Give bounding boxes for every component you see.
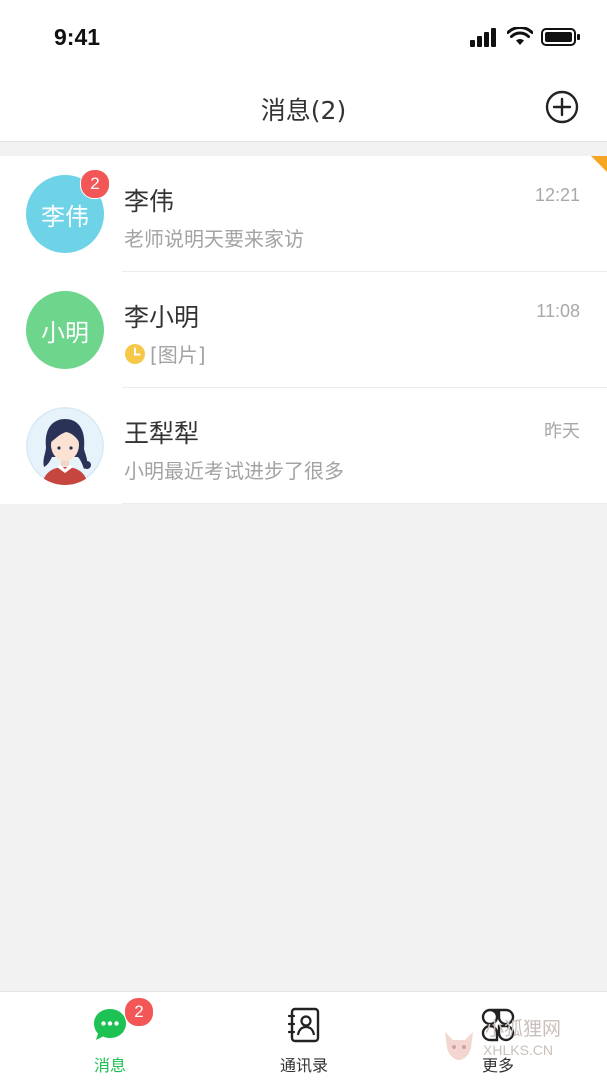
- message-preview: 老师说明天要来家访: [124, 223, 304, 252]
- divider: [122, 503, 607, 504]
- nav-bar: 消息(2): [0, 75, 607, 142]
- signal-icon: [470, 28, 496, 47]
- message-preview: [图片]: [124, 339, 206, 368]
- avatar[interactable]: [26, 407, 104, 485]
- apps-grid-icon: [481, 1008, 515, 1042]
- avatar-text: 小明: [41, 318, 89, 347]
- avatar[interactable]: 小明: [26, 291, 104, 369]
- pinned-flag-icon: [591, 156, 607, 172]
- status-bar: 9:41: [0, 0, 607, 75]
- tab-bar: 2 消息 通讯录 更多: [0, 991, 607, 1081]
- girl-avatar-icon: [26, 407, 104, 485]
- page-title: 消息(2): [260, 96, 347, 125]
- tab-unread-badge: 2: [124, 997, 154, 1027]
- conversation-item[interactable]: 王犁犁 小明最近考试进步了很多 昨天: [0, 388, 607, 504]
- clock-icon: [125, 343, 145, 364]
- message-time: 12:21: [534, 185, 580, 205]
- contacts-book-icon: [287, 1007, 320, 1043]
- tab-contacts[interactable]: 通讯录: [234, 992, 374, 1081]
- unread-badge: 2: [80, 169, 110, 199]
- message-time: 昨天: [544, 421, 580, 441]
- contact-name: 李伟: [124, 187, 175, 216]
- preview-text: 老师说明天要来家访: [124, 227, 304, 251]
- message-time: 11:08: [536, 301, 580, 321]
- battery-icon: [541, 28, 580, 46]
- conversation-item[interactable]: 李伟 2 李伟 老师说明天要来家访 12:21: [0, 156, 607, 272]
- contact-name: 王犁犁: [124, 419, 200, 448]
- tab-label: 消息: [93, 1056, 126, 1075]
- conversation-item[interactable]: 小明 李小明 [图片] 11:08: [0, 272, 607, 388]
- add-button[interactable]: [545, 90, 579, 124]
- status-icons: [469, 25, 581, 49]
- preview-text: 小明最近考试进步了很多: [124, 459, 344, 483]
- avatar-text: 李伟: [41, 202, 89, 231]
- wifi-icon: [507, 27, 533, 45]
- status-time: 9:41: [54, 24, 101, 50]
- conversation-list: 李伟 2 李伟 老师说明天要来家访 12:21 小明 李小明 [图片] 11:0…: [0, 156, 607, 504]
- tab-label: 更多: [481, 1056, 514, 1075]
- tab-messages[interactable]: 2 消息: [40, 992, 180, 1081]
- message-preview: 小明最近考试进步了很多: [124, 455, 344, 484]
- preview-text: [图片]: [150, 343, 206, 367]
- tab-label: 通讯录: [279, 1056, 328, 1075]
- tab-more[interactable]: 更多: [428, 992, 568, 1081]
- contact-name: 李小明: [124, 303, 200, 332]
